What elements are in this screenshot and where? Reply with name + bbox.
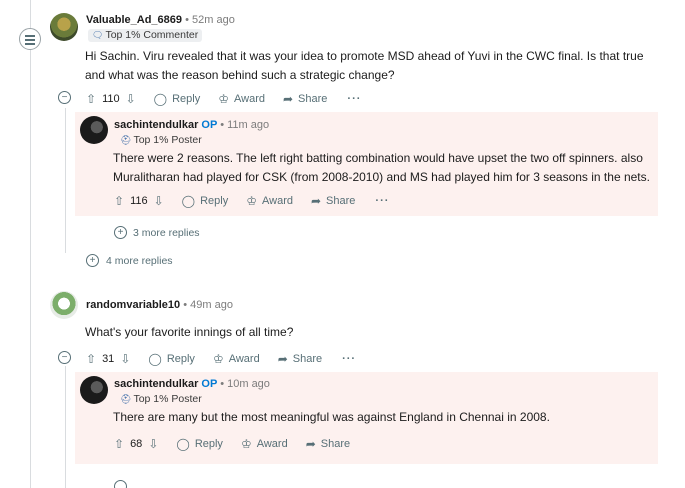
vote-count: 68 [130,438,143,450]
separator-dot: • [185,14,192,26]
reply-label: Reply [200,195,229,207]
avatar[interactable] [80,116,108,144]
share-button[interactable]: ➦ Share [311,195,355,207]
award-icon: ♔ [212,352,224,366]
award-icon: ♔ [246,194,257,208]
user-flair: 🗨 Top 1% Commenter [88,29,203,42]
comment-body: There were 2 reasons. The left right bat… [113,151,650,184]
comment-actions: ⇧ 110 ⇩ ◯ Reply ♔ Award ➦ Share ··· [86,90,361,108]
vote-count: 116 [130,195,148,207]
share-icon: ➦ [310,194,322,208]
flair-badge-icon: ⛑ [120,135,132,145]
award-icon: ♔ [240,437,252,451]
award-label: Award [228,353,260,365]
comment-timestamp[interactable]: 49m ago [190,299,233,311]
flair-text: Top 1% Commenter [105,29,199,41]
comment-body: What's your favorite innings of all time… [85,325,294,339]
reply-bubble-icon: ◯ [181,194,196,208]
reply-button[interactable]: ◯ Reply [176,438,223,450]
thread-line-comment-2[interactable] [65,366,66,488]
thread-line-comment-1[interactable] [65,108,66,253]
share-label: Share [292,353,323,365]
award-button[interactable]: ♔ Award [218,93,265,105]
downvote-icon[interactable]: ⇩ [154,195,164,207]
more-options-icon[interactable]: ··· [342,353,356,365]
share-label: Share [326,195,356,207]
downvote-icon[interactable]: ⇩ [120,353,130,365]
reply-bubble-icon: ◯ [176,437,190,451]
award-label: Award [256,438,288,450]
share-button[interactable]: ➦ Share [283,93,327,105]
reply-username[interactable]: sachintendulkar OP • 11m ago [114,119,269,131]
comment-username[interactable]: randomvariable10 • 49m ago [86,299,233,311]
award-button[interactable]: ♔ Award [213,353,260,365]
thread-line-main[interactable] [30,0,31,488]
op-badge: OP [201,378,218,390]
share-icon: ➦ [282,92,294,106]
flair-text: Top 1% Poster [133,393,202,405]
share-label: Share [298,93,328,105]
reply-button[interactable]: ◯ Reply [148,353,195,365]
comment-timestamp[interactable]: 10m ago [227,378,270,390]
upvote-icon[interactable]: ⇧ [114,438,124,450]
share-icon: ➦ [305,437,316,451]
username-text[interactable]: Valuable_Ad_6869 [86,14,182,26]
reply-bubble-icon: ◯ [148,352,162,366]
comment-actions: ⇧ 68 ⇩ ◯ Reply ♔ Award ➦ Share [114,435,350,453]
share-icon: ➦ [277,352,288,366]
username-text[interactable]: sachintendulkar [114,378,198,390]
vote-count: 31 [102,353,115,365]
share-button[interactable]: ➦ Share [306,438,350,450]
avatar[interactable] [50,13,78,41]
comment-actions: ⇧ 116 ⇩ ◯ Reply ♔ Award ➦ Share ··· [114,192,389,210]
user-flair: ⛑ Top 1% Poster [116,134,206,147]
avatar[interactable] [50,291,78,319]
expand-plus-icon[interactable] [114,480,127,488]
expand-plus-icon[interactable]: + [114,226,127,239]
more-options-icon[interactable]: ··· [347,93,361,105]
flair-badge-icon: ⛑ [120,394,132,404]
flair-badge-icon: 🗨 [92,30,104,40]
comment-body: There are many but the most meaningful w… [113,410,550,424]
reply-bubble-icon: ◯ [153,92,168,106]
avatar[interactable] [80,376,108,404]
flair-text: Top 1% Poster [133,134,202,146]
collapse-icon[interactable]: − [58,351,71,364]
reply-button[interactable]: ◯ Reply [154,93,201,105]
more-replies-link[interactable]: 3 more replies [133,227,200,239]
reply-label: Reply [172,93,201,105]
award-icon: ♔ [218,92,229,106]
menu-icon[interactable] [19,28,41,50]
collapse-icon[interactable]: − [58,91,71,104]
award-button[interactable]: ♔ Award [246,195,293,207]
user-flair: ⛑ Top 1% Poster [116,393,206,406]
reply-username[interactable]: sachintendulkar OP • 10m ago [114,378,270,390]
reply-label: Reply [194,438,223,450]
username-text[interactable]: sachintendulkar [114,119,198,131]
award-button[interactable]: ♔ Award [241,438,288,450]
more-options-icon[interactable]: ··· [375,195,389,207]
share-button[interactable]: ➦ Share [278,353,322,365]
downvote-icon[interactable]: ⇩ [126,93,136,105]
downvote-icon[interactable]: ⇩ [148,438,158,450]
comment-username[interactable]: Valuable_Ad_6869 • 52m ago [86,14,235,26]
upvote-icon[interactable]: ⇧ [86,93,96,105]
upvote-icon[interactable]: ⇧ [114,195,124,207]
expand-plus-icon[interactable]: + [86,254,99,267]
comment-timestamp[interactable]: 52m ago [192,14,235,26]
share-label: Share [320,438,351,450]
vote-count: 110 [102,93,120,105]
comment-timestamp[interactable]: 11m ago [227,119,269,131]
upvote-icon[interactable]: ⇧ [86,353,96,365]
reply-button[interactable]: ◯ Reply [182,195,229,207]
award-label: Award [234,93,265,105]
reply-label: Reply [166,353,195,365]
comment-actions: ⇧ 31 ⇩ ◯ Reply ♔ Award ➦ Share ··· [86,350,356,368]
username-text[interactable]: randomvariable10 [86,299,180,311]
more-replies-link[interactable]: 4 more replies [106,255,173,267]
award-label: Award [262,195,293,207]
op-badge: OP [201,119,218,131]
comment-body: Hi Sachin. Viru revealed that it was you… [85,49,644,82]
